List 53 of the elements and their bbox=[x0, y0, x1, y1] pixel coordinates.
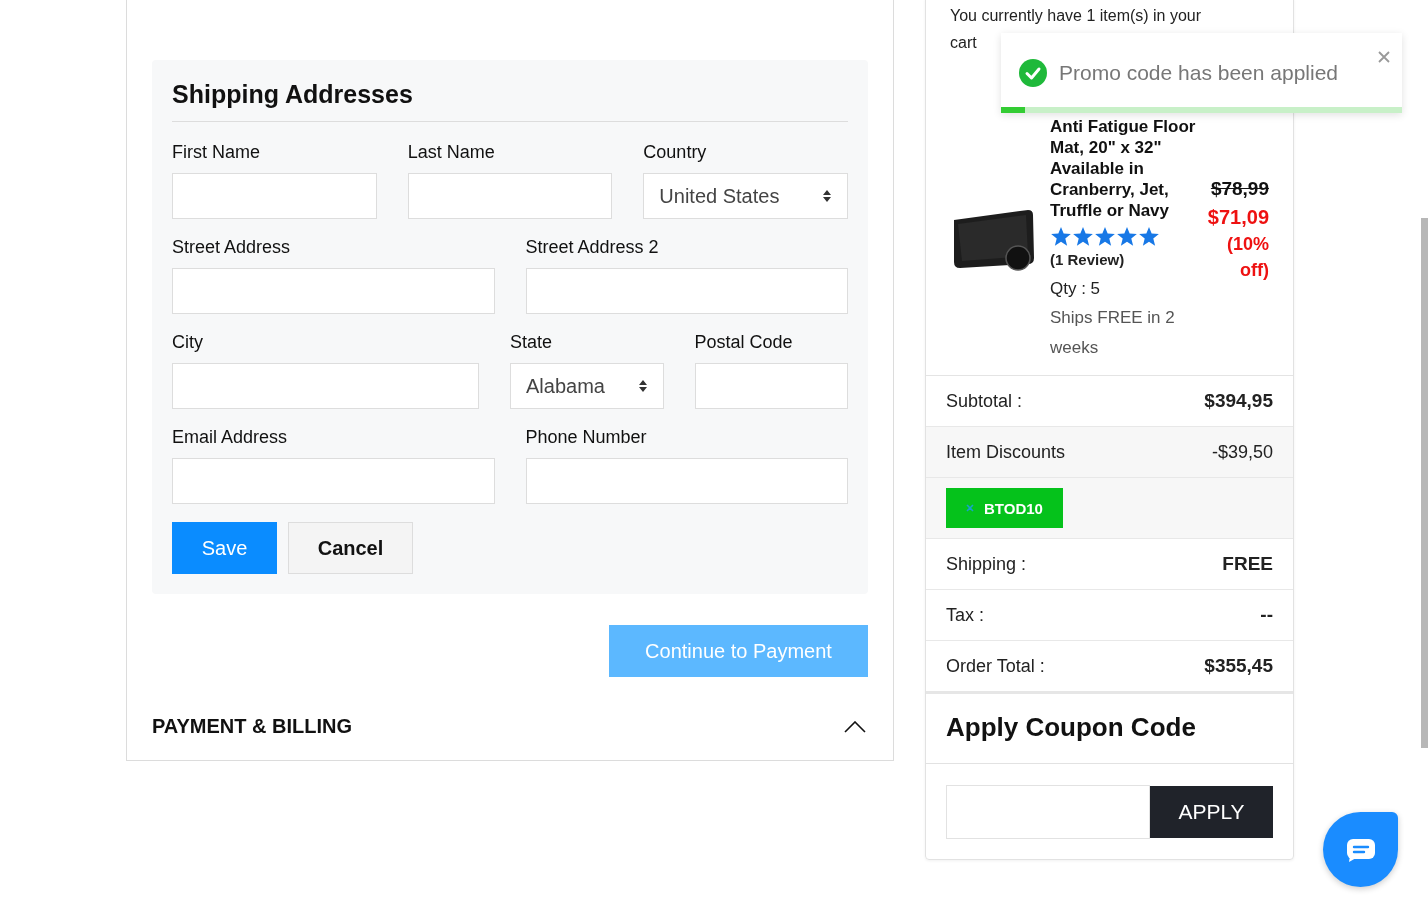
remove-icon[interactable] bbox=[966, 504, 974, 512]
cancel-button[interactable]: Cancel bbox=[288, 522, 413, 574]
check-icon bbox=[1019, 59, 1047, 87]
chat-icon bbox=[1345, 837, 1376, 862]
shipping-note: Ships FREE in 2 weeks bbox=[1050, 307, 1176, 359]
coupon-field[interactable] bbox=[946, 785, 1150, 839]
summary-value: -- bbox=[1260, 604, 1273, 626]
chevron-up-icon[interactable] bbox=[844, 720, 866, 733]
summary-value: $394,95 bbox=[1204, 390, 1273, 412]
summary-label: Shipping : bbox=[946, 553, 1027, 575]
select-field[interactable]: United States bbox=[643, 173, 848, 219]
field-label: State bbox=[510, 332, 554, 353]
field-label: Postal Code bbox=[694, 332, 794, 353]
field-label: Phone Number bbox=[525, 427, 648, 448]
input-field[interactable] bbox=[172, 458, 495, 504]
original-price: $78,99 bbox=[1209, 178, 1269, 200]
sort-caret-icon bbox=[822, 189, 832, 203]
field-label: Email Address bbox=[172, 427, 289, 448]
summary-label: Item Discounts bbox=[946, 441, 1066, 463]
summary-value: $355,45 bbox=[1204, 655, 1273, 677]
form-title: Shipping Addresses bbox=[172, 80, 848, 122]
quantity: Qty : 5 bbox=[1050, 279, 1102, 299]
field-label: Last Name bbox=[407, 142, 496, 163]
select-field[interactable]: Alabama bbox=[510, 363, 664, 409]
field-label: First Name bbox=[172, 142, 261, 163]
section-title: Apply Coupon Code bbox=[946, 712, 1196, 742]
summary-value: FREE bbox=[1222, 553, 1273, 575]
cart-message: You currently have 1 item(s) in your cart bbox=[949, 6, 1203, 53]
field-label: Street Address bbox=[172, 237, 292, 258]
review-count[interactable]: (1 Review) bbox=[1050, 249, 1125, 271]
chat-button[interactable] bbox=[1323, 812, 1398, 887]
discount-percent: (10% off) bbox=[1225, 233, 1269, 282]
input-field[interactable] bbox=[525, 458, 848, 504]
input-field[interactable] bbox=[172, 268, 495, 314]
input-field[interactable] bbox=[172, 363, 479, 409]
apply-button[interactable]: APPLY bbox=[1150, 786, 1273, 838]
field-label: Street Address 2 bbox=[525, 237, 660, 258]
summary-value: -$39,50 bbox=[1211, 441, 1273, 463]
section-title: PAYMENT & BILLING bbox=[152, 715, 352, 738]
summary-label: Tax : bbox=[946, 604, 984, 626]
input-field[interactable] bbox=[172, 173, 377, 219]
summary-label: Order Total : bbox=[946, 655, 1045, 677]
product-title[interactable]: Anti Fatigue Floor Mat, 20" x 32" Available in Cranberry, Jet, Truffle or Navy bbox=[1050, 116, 1198, 221]
input-field[interactable] bbox=[525, 268, 848, 314]
input-field[interactable] bbox=[694, 363, 848, 409]
summary-label: Subtotal : bbox=[946, 390, 1023, 412]
sort-caret-icon bbox=[637, 379, 648, 393]
close-icon[interactable] bbox=[1378, 51, 1390, 63]
field-label: City bbox=[172, 332, 204, 353]
toast-message: Promo code has been applied bbox=[1059, 61, 1339, 85]
field-label: Country bbox=[643, 142, 708, 163]
sale-price: $71,09 bbox=[1206, 206, 1269, 229]
input-field[interactable] bbox=[407, 173, 613, 219]
